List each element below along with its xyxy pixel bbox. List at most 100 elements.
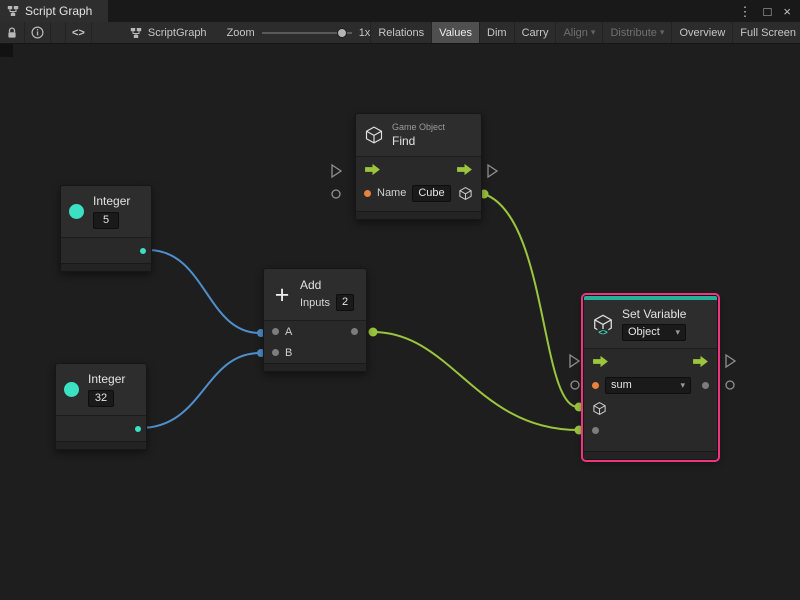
add-output-dot[interactable] [351, 328, 358, 335]
distribute-button[interactable]: Distribute ▾ [602, 22, 671, 43]
menu-icon[interactable]: ⋮ [739, 5, 752, 18]
variable-angles-icon: <> [597, 329, 608, 337]
integer-value-field[interactable]: 32 [88, 390, 114, 407]
node-ports: Name Cube [356, 156, 481, 211]
integer-node[interactable]: Integer 5 [60, 185, 152, 272]
inspect-button[interactable] [25, 22, 51, 43]
full-screen-button[interactable]: Full Screen [732, 22, 800, 43]
chevron-down-icon: ▾ [680, 379, 685, 392]
node-header: Integer 5 [61, 186, 151, 237]
node-title: Add [300, 278, 354, 292]
carry-button[interactable]: Carry [514, 22, 556, 43]
node-title: Find [392, 134, 445, 148]
find-flow-in-port[interactable] [332, 165, 341, 177]
variable-output-dot[interactable] [702, 382, 709, 389]
chevron-down-icon: ▾ [675, 326, 680, 339]
script-graph-window: Script Graph ⋮ □ × <> ScriptGr [0, 0, 800, 600]
zoom-label: Zoom [227, 27, 255, 39]
value-input-dot[interactable] [592, 427, 599, 434]
node-ports [61, 237, 151, 263]
add-icon: + [272, 284, 292, 306]
integer-output-dot[interactable] [135, 426, 141, 432]
wire-integer32-to-add-b [140, 353, 260, 428]
tab-label: Script Graph [25, 4, 92, 18]
setvariable-flow-in-port[interactable] [570, 355, 579, 367]
flow-in-arrow-icon[interactable] [364, 163, 381, 176]
chevron-down-icon: ▾ [591, 27, 596, 38]
add-node[interactable]: + Add Inputs 2 A B [263, 268, 367, 372]
graph-breadcrumb[interactable]: ScriptGraph [122, 22, 215, 43]
add-port-b-dot[interactable] [272, 349, 279, 356]
overview-button[interactable]: Overview [671, 22, 732, 43]
variable-name-dropdown[interactable]: sum ▾ [605, 377, 691, 394]
variable-name-port-dot[interactable] [592, 382, 599, 389]
titlebar: Script Graph ⋮ □ × [0, 0, 800, 22]
close-icon[interactable]: × [783, 5, 791, 18]
chevron-down-icon: ▾ [660, 27, 665, 38]
toolbar: <> ScriptGraph Zoom 1x Relations Values … [0, 22, 800, 44]
find-node[interactable]: Game Object Find Name Cube [355, 113, 482, 220]
zoom-control: Zoom 1x [227, 22, 371, 43]
script-graph-icon [7, 5, 19, 17]
flow-out-arrow-icon[interactable] [692, 355, 709, 368]
name-value-field[interactable]: Cube [412, 185, 450, 202]
dim-button[interactable]: Dim [479, 22, 514, 43]
add-port-a-dot[interactable] [272, 328, 279, 335]
game-object-output-icon[interactable] [458, 186, 473, 201]
node-footer [356, 211, 481, 219]
node-title: Integer [93, 194, 130, 208]
tab-script-graph[interactable]: Script Graph [0, 0, 108, 22]
code-view-button[interactable]: <> [65, 22, 92, 43]
integer-output-dot[interactable] [140, 248, 146, 254]
name-port-dot[interactable] [364, 190, 371, 197]
variable-name-value: sum [611, 379, 632, 392]
target-object-port-icon[interactable] [592, 401, 607, 416]
node-category: Game Object [392, 122, 445, 132]
node-footer [584, 451, 717, 459]
node-header: Integer 32 [56, 364, 146, 415]
node-ports: A B [264, 320, 366, 363]
graph-icon [130, 27, 142, 39]
scope-dropdown[interactable]: Object ▾ [622, 324, 686, 341]
integer-node[interactable]: Integer 32 [55, 363, 147, 450]
setvariable-flow-out-port[interactable] [726, 355, 735, 367]
node-ports [56, 415, 146, 441]
code-icon: <> [72, 27, 85, 39]
node-footer [264, 363, 366, 371]
wire-add-to-setvariable-value [373, 332, 578, 430]
node-ports: sum ▾ [584, 348, 717, 451]
zoom-value: 1x [359, 27, 371, 39]
info-icon [31, 26, 44, 39]
flow-in-arrow-icon[interactable] [592, 355, 609, 368]
maximize-icon[interactable]: □ [764, 5, 772, 18]
inputs-label: Inputs [300, 297, 330, 309]
scope-value: Object [628, 326, 660, 339]
node-title: Integer [88, 372, 125, 386]
integer-type-icon [64, 382, 79, 397]
find-target-in-port[interactable] [332, 190, 340, 198]
wire-find-to-setvariable-object [484, 194, 578, 407]
graph-name: ScriptGraph [148, 27, 207, 39]
relations-button[interactable]: Relations [370, 22, 431, 43]
integer-value-field[interactable]: 5 [93, 212, 119, 229]
align-label: Align [563, 27, 587, 39]
lock-button[interactable] [0, 22, 25, 43]
setvariable-name-in-port[interactable] [571, 381, 579, 389]
setvariable-value-out-port[interactable] [726, 381, 734, 389]
node-title: Set Variable [622, 307, 686, 321]
inputs-count-field[interactable]: 2 [336, 294, 354, 311]
toolbar-buttons: Relations Values Dim Carry Align ▾ Distr… [370, 22, 800, 43]
node-header: <> Set Variable Object ▾ [584, 300, 717, 348]
node-footer [61, 263, 151, 271]
lock-icon [6, 27, 18, 39]
values-button[interactable]: Values [431, 22, 479, 43]
align-button[interactable]: Align ▾ [555, 22, 602, 43]
flow-out-arrow-icon[interactable] [456, 163, 473, 176]
wire-integer5-to-add-a [148, 250, 260, 333]
add-output-connection[interactable] [369, 328, 378, 337]
graph-canvas[interactable]: Integer 5 Integer 32 [0, 44, 800, 600]
set-variable-node[interactable]: <> Set Variable Object ▾ [583, 295, 718, 460]
zoom-slider[interactable] [262, 26, 352, 40]
zoom-slider-knob[interactable] [337, 28, 347, 38]
find-flow-out-port[interactable] [488, 165, 497, 177]
